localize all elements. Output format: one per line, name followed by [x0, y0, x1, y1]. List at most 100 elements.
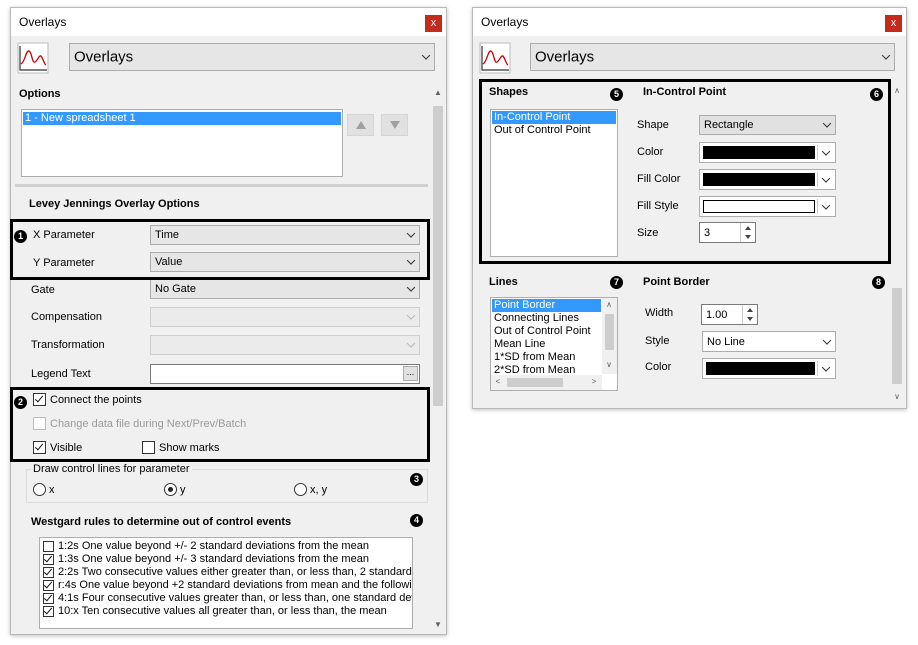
scroll-down-icon[interactable]: ∨ — [890, 392, 904, 401]
lines-list-item[interactable]: Out of Control Point — [492, 325, 601, 338]
radio-y-label: y — [180, 484, 186, 496]
westgard-rule-label: 2:2s Two consecutive values either great… — [58, 566, 412, 578]
gate-value: No Gate — [155, 283, 196, 295]
separator — [817, 361, 818, 376]
radio-xy[interactable] — [294, 483, 307, 496]
scroll-thumb[interactable] — [605, 314, 614, 350]
transformation-dropdown[interactable] — [150, 335, 420, 355]
move-down-button[interactable] — [381, 114, 408, 136]
lines-list-item[interactable]: Mean Line — [492, 338, 601, 351]
scroll-down-icon[interactable]: ▼ — [431, 620, 445, 629]
lines-list-item[interactable]: 2*SD from Mean — [492, 364, 601, 373]
scroll-right-icon[interactable]: > — [587, 377, 601, 386]
callout-number: 4 — [410, 514, 423, 527]
radio-x-label: x — [49, 484, 55, 496]
overlay-type-dropdown[interactable]: Overlays — [530, 43, 895, 71]
check-icon — [43, 553, 53, 563]
border-color-swatch — [706, 362, 815, 375]
border-color-picker[interactable] — [702, 358, 836, 379]
lines-list-item[interactable]: Point Border — [492, 299, 601, 312]
overlay-type-dropdown[interactable]: Overlays — [69, 43, 435, 71]
section-divider — [15, 184, 428, 187]
legend-text-input[interactable]: ... — [150, 364, 420, 384]
lines-hscroll[interactable]: < > — [491, 375, 602, 390]
overlays-window-left: Overlays x Overlays Options 1 - New spre… — [10, 7, 447, 635]
callout-number: 3 — [410, 473, 423, 486]
callout-number: 2 — [14, 396, 27, 409]
control-lines-header: Draw control lines for parameter — [31, 463, 192, 475]
chevron-down-icon — [421, 51, 431, 60]
lines-list[interactable]: Point Border Connecting Lines Out of Con… — [490, 297, 618, 391]
scroll-thumb[interactable] — [433, 106, 443, 406]
point-border-header: Point Border — [643, 276, 710, 288]
westgard-rule-label: 1:2s One value beyond +/- 2 standard dev… — [58, 540, 369, 552]
westgard-rule-checkbox[interactable] — [43, 605, 54, 617]
westgard-header: Westgard rules to determine out of contr… — [31, 516, 292, 528]
callout-number: 5 — [610, 88, 623, 101]
close-button[interactable]: x — [885, 15, 902, 32]
scroll-thumb[interactable] — [507, 378, 563, 387]
westgard-rule-label: 10:x Ten consecutive values all greater … — [58, 605, 387, 617]
transformation-label: Transformation — [31, 339, 105, 351]
spin-up-icon — [747, 308, 753, 312]
callout-number: 6 — [870, 88, 883, 101]
westgard-rule-label: 4:1s Four consecutive values greater tha… — [58, 592, 413, 604]
callout-number: 1 — [14, 230, 27, 243]
legend-text-browse-button[interactable]: ... — [403, 366, 418, 381]
width-value: 1.00 — [706, 308, 728, 321]
options-list-item[interactable]: 1 - New spreadsheet 1 — [23, 112, 341, 125]
callout-number: 8 — [872, 276, 885, 289]
radio-xy-label: x, y — [310, 484, 328, 496]
gate-label: Gate — [31, 284, 55, 296]
vertical-scrollbar[interactable]: ∧ ∨ — [889, 82, 905, 406]
options-header: Options — [19, 88, 61, 100]
lines-vscroll[interactable]: ∧ ∨ — [602, 298, 617, 374]
scroll-up-icon[interactable]: ∧ — [890, 86, 904, 95]
window-title: Overlays — [481, 15, 529, 29]
lines-list-item[interactable]: Connecting Lines — [492, 312, 601, 325]
width-spinner[interactable]: 1.00 — [701, 304, 758, 325]
title-bar: Overlays x — [473, 8, 906, 36]
westgard-rules-list[interactable]: 1:2s One value beyond +/- 2 standard dev… — [39, 537, 413, 629]
style-value: No Line — [707, 335, 745, 348]
options-list[interactable]: 1 - New spreadsheet 1 — [21, 109, 343, 177]
close-button[interactable]: x — [425, 15, 442, 32]
westgard-rule-checkbox[interactable] — [43, 553, 54, 565]
section-header: Levey Jennings Overlay Options — [29, 198, 200, 210]
callout-box-2 — [10, 387, 430, 462]
scroll-up-icon[interactable]: ∧ — [602, 300, 616, 309]
border-color-label: Color — [645, 361, 672, 373]
arrow-up-icon — [356, 121, 366, 129]
westgard-rule-checkbox[interactable] — [43, 566, 54, 578]
lines-header: Lines — [489, 276, 518, 288]
compensation-label: Compensation — [31, 311, 102, 323]
scroll-down-icon[interactable]: ∨ — [602, 360, 616, 369]
radio-y[interactable] — [164, 483, 177, 496]
overlay-type-value: Overlays — [535, 48, 595, 66]
arrow-down-icon — [390, 121, 400, 129]
compensation-dropdown[interactable] — [150, 307, 420, 327]
move-up-button[interactable] — [347, 114, 374, 136]
check-icon — [43, 592, 53, 602]
westgard-rule-label: 1:3s One value beyond +/- 3 standard dev… — [58, 553, 369, 565]
lines-list-item[interactable]: 1*SD from Mean — [492, 351, 601, 364]
westgard-rule-checkbox[interactable] — [43, 579, 54, 591]
callout-box-shapes — [479, 79, 891, 264]
westgard-rule-checkbox[interactable] — [43, 541, 54, 552]
scroll-thumb[interactable] — [892, 288, 902, 384]
radio-x[interactable] — [33, 483, 46, 496]
vertical-scrollbar[interactable]: ▲ ▼ — [430, 84, 446, 634]
gate-dropdown[interactable]: No Gate — [150, 279, 420, 299]
scroll-left-icon[interactable]: < — [491, 377, 505, 386]
style-dropdown[interactable]: No Line — [702, 331, 836, 352]
westgard-rule-label: r:4s One value beyond +2 standard deviat… — [58, 579, 413, 591]
callout-number: 7 — [610, 276, 623, 289]
chevron-down-icon — [881, 51, 891, 60]
title-bar: Overlays x — [11, 8, 446, 36]
scroll-up-icon[interactable]: ▲ — [431, 88, 445, 97]
chevron-down-icon — [821, 362, 831, 372]
chevron-down-icon — [406, 339, 416, 348]
spinner-buttons[interactable] — [742, 305, 757, 324]
overlay-chart-icon — [17, 42, 49, 74]
westgard-rule-checkbox[interactable] — [43, 592, 54, 604]
